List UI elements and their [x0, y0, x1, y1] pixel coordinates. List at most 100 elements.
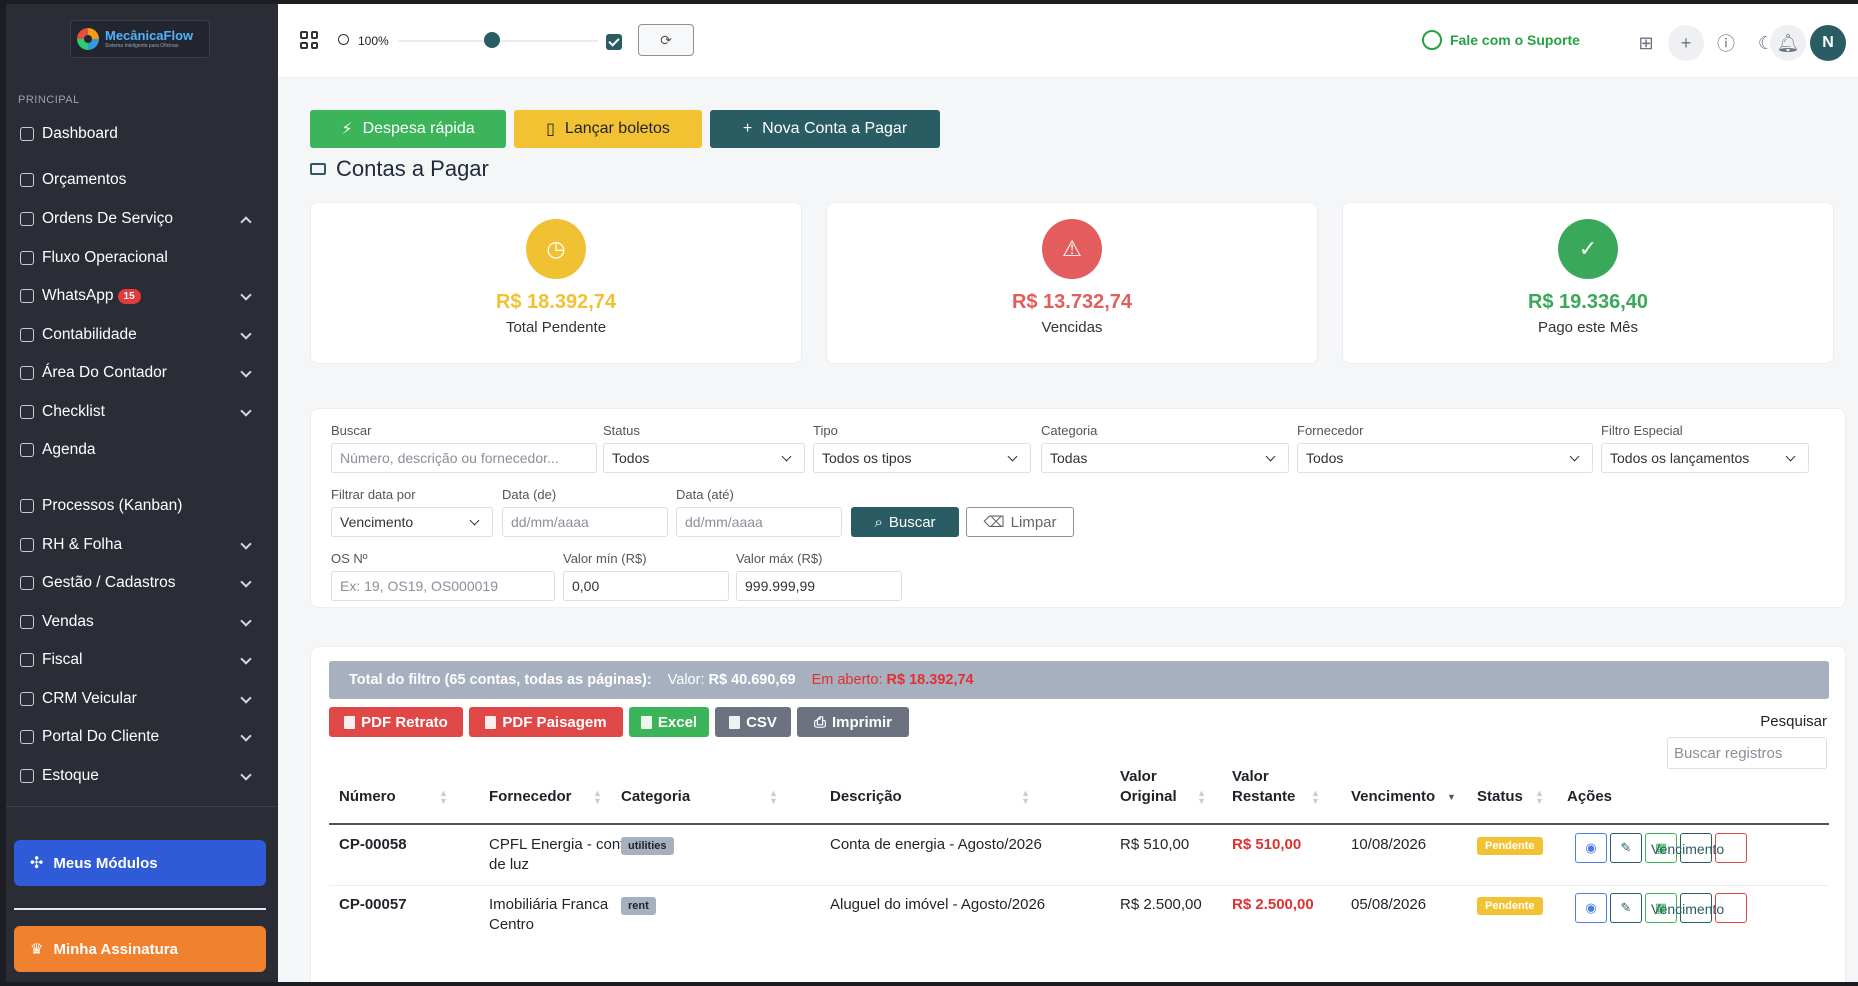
due-date-action-label[interactable]: Vencimento — [1651, 899, 1724, 919]
menu-item-icon — [20, 366, 34, 380]
chevron-down-icon — [240, 366, 252, 378]
sidebar-item-2[interactable]: Ordens De Serviço — [6, 201, 278, 237]
sort-icon[interactable]: ▲ ▼ — [1311, 789, 1320, 806]
sort-icon[interactable]: ▲ ▼ — [769, 789, 778, 806]
sidebar-item-label: Processos (Kanban) — [42, 497, 183, 514]
valor-min-input[interactable]: 0,00 — [563, 571, 729, 601]
new-payable-button[interactable]: + Nova Conta a Pagar — [710, 110, 940, 148]
data-de-input[interactable]: dd/mm/aaaa — [502, 507, 668, 537]
sidebar-item-14[interactable]: CRM Veicular — [6, 681, 278, 717]
tipo-value: Todos os tipos — [822, 450, 912, 466]
tipo-select[interactable]: Todos os tipos — [813, 443, 1031, 473]
os-input[interactable]: Ex: 19, OS19, OS000019 — [331, 571, 555, 601]
col-vencimento[interactable]: Vencimento — [1351, 787, 1435, 807]
edit-button[interactable]: ✎ — [1610, 893, 1642, 923]
view-button[interactable]: ◉ — [1575, 893, 1607, 923]
col-numero[interactable]: Número — [339, 787, 396, 807]
stat-card-paid: ✓ R$ 19.336,40 Pago este Mês — [1342, 202, 1834, 364]
csv-button[interactable]: CSV — [715, 707, 791, 737]
fornecedor-select[interactable]: Todos — [1297, 443, 1593, 473]
sort-icon[interactable]: ▲ ▼ — [1021, 789, 1030, 806]
search-button-label: Buscar — [888, 513, 936, 531]
chevron-down-icon — [240, 769, 252, 781]
col-valor-restante[interactable]: Valor Restante — [1232, 767, 1295, 807]
my-subscription-button[interactable]: ♛ Minha Assinatura — [14, 926, 266, 972]
sidebar-item-6[interactable]: Área Do Contador — [6, 355, 278, 391]
menu-item-icon — [20, 443, 34, 457]
brand-logo[interactable]: MecânicaFlow Sistema Inteligente para Of… — [70, 20, 210, 58]
sidebar-item-7[interactable]: Checklist — [6, 394, 278, 430]
add-apps-icon[interactable]: ⊞ — [1628, 25, 1664, 61]
sidebar-item-5[interactable]: Contabilidade — [6, 317, 278, 353]
filter-total-bar: Total do filtro (65 contas, todas as pág… — [329, 661, 1829, 699]
search-button[interactable]: ⌕ Buscar — [851, 507, 959, 537]
table-search-input[interactable]: Buscar registros — [1667, 737, 1827, 769]
user-avatar[interactable]: N — [1810, 25, 1846, 61]
view-button[interactable]: ◉ — [1575, 833, 1607, 863]
chevron-up-icon — [240, 216, 252, 228]
sidebar-item-13[interactable]: Fiscal — [6, 642, 278, 678]
pdf-landscape-label: PDF Paisagem — [502, 713, 607, 731]
chevron-down-icon — [240, 405, 252, 417]
apps-grid-icon[interactable] — [300, 31, 318, 49]
valor-max-input[interactable]: 999.999,99 — [736, 571, 902, 601]
clear-button[interactable]: ⌫ Limpar — [966, 507, 1074, 537]
print-button[interactable]: ⎙ Imprimir — [797, 707, 909, 737]
sidebar-item-16[interactable]: Estoque — [6, 758, 278, 794]
sort-icon[interactable]: ▲ ▼ — [439, 789, 448, 806]
chevron-down-icon — [1265, 451, 1276, 462]
zoom-slider-thumb[interactable] — [484, 32, 500, 48]
sidebar-item-11[interactable]: Gestão / Cadastros — [6, 565, 278, 601]
search-input[interactable]: Número, descrição ou fornecedor... — [331, 443, 597, 473]
cell-vencimento: 10/08/2026 — [1351, 836, 1427, 853]
bell-icon[interactable]: 🔔︎ — [1770, 25, 1806, 61]
sort-desc-icon[interactable]: ▼ — [1447, 793, 1456, 802]
edit-button[interactable]: ✎ — [1610, 833, 1642, 863]
my-modules-label: Meus Módulos — [53, 854, 158, 872]
chevron-down-icon — [240, 289, 252, 301]
data-ate-input[interactable]: dd/mm/aaaa — [676, 507, 842, 537]
sidebar-item-label: CRM Veicular — [42, 690, 137, 707]
menu-item-icon — [20, 212, 34, 226]
data-ate-label: Data (até) — [676, 487, 734, 502]
my-modules-button[interactable]: ✣ Meus Módulos — [14, 840, 266, 886]
plus-icon[interactable]: + — [1668, 25, 1704, 61]
sort-icon[interactable]: ▲ ▼ — [1197, 789, 1206, 806]
filtro-especial-select[interactable]: Todos os lançamentos — [1601, 443, 1809, 473]
sort-icon[interactable]: ▲ ▼ — [593, 789, 602, 806]
sidebar-item-12[interactable]: Vendas — [6, 604, 278, 640]
filtrar-data-select[interactable]: Vencimento — [331, 507, 493, 537]
info-icon[interactable]: ⓘ — [1708, 25, 1744, 61]
status-badge: Pendente — [1477, 837, 1543, 855]
status-select[interactable]: Todos — [603, 443, 805, 473]
col-valor-original[interactable]: Valor Original — [1120, 767, 1177, 807]
pdf-portrait-button[interactable]: PDF Retrato — [329, 707, 463, 737]
col-descricao[interactable]: Descrição — [830, 787, 902, 807]
categoria-select[interactable]: Todas — [1041, 443, 1289, 473]
boletos-button[interactable]: ▯ Lançar boletos — [514, 110, 702, 148]
excel-button[interactable]: Excel — [629, 707, 709, 737]
col-categoria[interactable]: Categoria — [621, 787, 690, 807]
sidebar-item-0[interactable]: Dashboard — [6, 116, 278, 152]
sidebar-item-1[interactable]: Orçamentos — [6, 162, 278, 198]
sidebar-item-15[interactable]: Portal Do Cliente — [6, 719, 278, 755]
sidebar-item-9[interactable]: Processos (Kanban) — [6, 488, 278, 524]
sidebar-item-label: RH & Folha — [42, 536, 123, 553]
new-payable-label: Nova Conta a Pagar — [762, 120, 908, 137]
quick-expense-button[interactable]: ⚡︎ Despesa rápida — [310, 110, 506, 148]
col-fornecedor[interactable]: Fornecedor — [489, 787, 572, 807]
sidebar-item-3[interactable]: Fluxo Operacional — [6, 240, 278, 276]
zoom-checkbox[interactable] — [606, 34, 622, 50]
col-status[interactable]: Status — [1477, 787, 1523, 807]
pdf-landscape-button[interactable]: PDF Paisagem — [469, 707, 623, 737]
due-date-action-label[interactable]: Vencimento — [1651, 839, 1724, 859]
reset-zoom-button[interactable]: ⟳ — [638, 24, 694, 56]
support-link[interactable]: Fale com o Suporte — [1422, 30, 1580, 50]
sort-icon[interactable]: ▲ ▼ — [1535, 789, 1544, 806]
sidebar-item-4[interactable]: WhatsApp 15 — [6, 278, 278, 314]
sidebar-item-label: Ordens De Serviço — [42, 210, 173, 227]
sidebar-item-label: Orçamentos — [42, 171, 127, 188]
sidebar-item-10[interactable]: RH & Folha — [6, 527, 278, 563]
sidebar-item-8[interactable]: Agenda — [6, 432, 278, 468]
main-content: ⚡︎ Despesa rápida ▯ Lançar boletos + Nov… — [278, 78, 1858, 982]
